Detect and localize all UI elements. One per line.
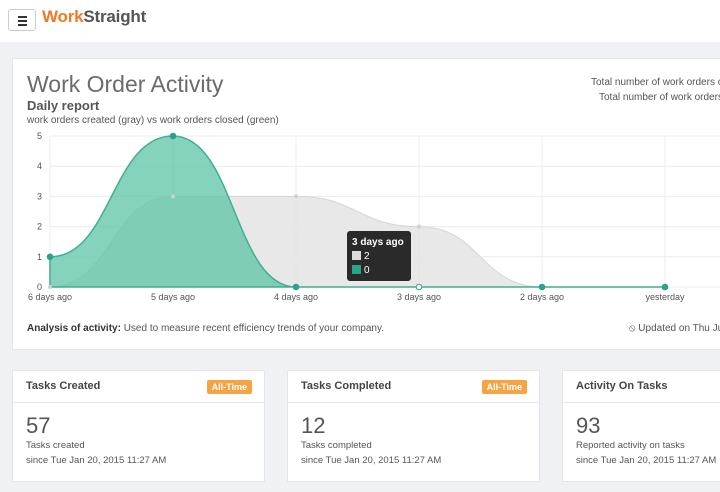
card-header: Tasks Created All-Time xyxy=(13,371,264,403)
work-order-activity-panel: Work Order Activity Daily report work or… xyxy=(12,58,720,350)
x-tick-label: 2 days ago xyxy=(520,292,564,302)
data-point-closed xyxy=(415,283,423,291)
card-label: Tasks completed xyxy=(301,440,372,451)
hamburger-icon-line xyxy=(18,24,27,26)
x-tick-label: 5 days ago xyxy=(151,292,195,302)
y-tick-label: 4 xyxy=(37,161,42,171)
hamburger-icon-line xyxy=(18,20,27,22)
tooltip-value: 0 xyxy=(364,265,370,276)
hamburger-icon-line xyxy=(18,16,27,18)
app-logo[interactable]: WorkStraight xyxy=(42,7,146,27)
card-since: since Tue Jan 20, 2015 11:27 AM xyxy=(26,455,167,466)
analysis-text: Used to measure recent efficiency trends… xyxy=(120,323,385,334)
updated-timestamp: ⦸ Updated on Thu Ju xyxy=(629,323,720,334)
card-title: Tasks Created xyxy=(26,380,101,392)
card-title: Tasks Completed xyxy=(301,380,392,392)
all-time-badge: All-Time xyxy=(481,380,527,394)
tooltip-title: 3 days ago xyxy=(352,237,404,248)
tasks-created-card: Tasks Created All-Time 57 Tasks created … xyxy=(12,370,265,482)
card-header: Activity On Tasks xyxy=(563,371,720,403)
logo-part-2: Straight xyxy=(83,7,147,26)
activity-on-tasks-card: Activity On Tasks 93 Reported activity o… xyxy=(562,370,720,482)
data-point-closed xyxy=(661,283,669,291)
data-point-created xyxy=(48,285,52,289)
card-label: Tasks created xyxy=(26,440,85,451)
y-tick-label: 2 xyxy=(37,222,42,232)
data-point-closed xyxy=(538,283,546,291)
top-bar: WorkStraight xyxy=(0,0,720,42)
card-since: since Tue Jan 20, 2015 11:27 AM xyxy=(576,455,717,466)
data-point-closed xyxy=(292,283,300,291)
x-tick-label: yesterday xyxy=(645,292,685,302)
tooltip-swatch xyxy=(352,251,361,260)
y-tick-label: 3 xyxy=(37,191,42,201)
x-tick-label: 6 days ago xyxy=(28,292,72,302)
card-number: 93 xyxy=(576,413,601,438)
all-time-badge: All-Time xyxy=(206,380,252,394)
tooltip-swatch xyxy=(352,265,361,274)
card-number: 57 xyxy=(26,413,51,438)
y-tick-label: 5 xyxy=(37,131,42,141)
activity-chart: 0 1 2 3 4 5 6 days ago 5 days ago 4 days ago 3 da… xyxy=(28,131,720,302)
x-tick-label: 4 days ago xyxy=(274,292,318,302)
y-tick-label: 0 xyxy=(37,282,42,292)
card-label: Reported activity on tasks xyxy=(576,440,685,451)
tooltip-value: 2 xyxy=(364,251,370,262)
card-since: since Tue Jan 20, 2015 11:27 AM xyxy=(301,455,442,466)
data-point-closed xyxy=(46,253,54,261)
analysis-label: Analysis of activity: xyxy=(27,323,121,334)
data-point-closed xyxy=(169,132,177,140)
analysis-note: Analysis of activity: Used to measure re… xyxy=(27,323,384,334)
data-point-created xyxy=(294,194,298,199)
card-title: Activity On Tasks xyxy=(576,380,668,392)
card-header: Tasks Completed All-Time xyxy=(288,371,539,403)
data-point-created xyxy=(171,194,175,199)
tasks-completed-card: Tasks Completed All-Time 12 Tasks comple… xyxy=(287,370,540,482)
card-number: 12 xyxy=(301,413,326,438)
data-point-created xyxy=(417,224,421,229)
menu-button[interactable] xyxy=(8,9,36,31)
y-tick-label: 1 xyxy=(37,252,42,262)
logo-part-1: Work xyxy=(42,7,84,26)
x-tick-label: 3 days ago xyxy=(397,292,441,302)
